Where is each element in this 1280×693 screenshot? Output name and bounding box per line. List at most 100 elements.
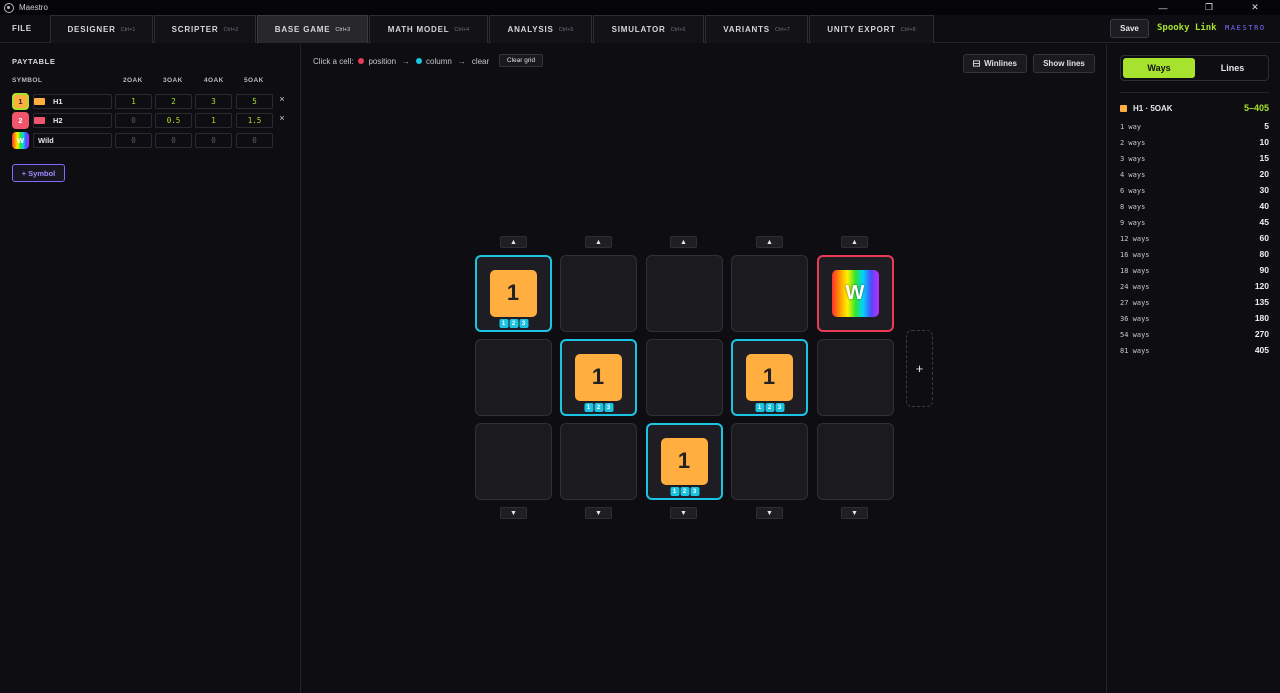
header-3oak: 3OAK [163, 77, 183, 84]
grid-cell[interactable] [560, 255, 637, 332]
reel-2-down-button[interactable]: ▼ [585, 507, 612, 519]
close-window-button[interactable]: ✕ [1232, 0, 1278, 15]
minimize-button[interactable]: — [1140, 0, 1186, 15]
pay-3oak-field[interactable]: 0 [155, 133, 192, 148]
save-button[interactable]: Save [1110, 19, 1149, 38]
tab-label: SIMULATOR [611, 25, 666, 34]
grid-cell[interactable] [731, 423, 808, 500]
pay-2oak-field[interactable]: 0 [115, 133, 152, 148]
grid-cell[interactable]: 1 1 2 3 [646, 423, 723, 500]
tab-unity-export[interactable]: UNITY EXPORT Ctrl+8 [809, 15, 934, 43]
file-menu[interactable]: FILE [12, 24, 32, 33]
tab-label: DESIGNER [67, 25, 116, 34]
grid-cell[interactable] [817, 423, 894, 500]
tab-math-model[interactable]: MATH MODEL Ctrl+4 [369, 15, 488, 43]
symbol-color-swatch[interactable] [34, 98, 45, 105]
arrow-right-icon: → [402, 56, 411, 66]
grid-cell[interactable] [475, 339, 552, 416]
app-logo-icon [4, 2, 14, 13]
grid-cell[interactable] [817, 339, 894, 416]
mode-ways-button[interactable]: Ways [1123, 58, 1195, 78]
tab-variants[interactable]: VARIANTS Ctrl+7 [705, 15, 808, 43]
grid-cell[interactable] [646, 339, 723, 416]
pay-4oak-field[interactable]: 1 [195, 113, 232, 128]
tab-designer[interactable]: DESIGNER Ctrl+1 [50, 15, 153, 43]
reel-3-down-button[interactable]: ▼ [670, 507, 697, 519]
ways-label: 3 ways [1120, 155, 1146, 163]
delete-symbol-button[interactable]: × [278, 94, 286, 104]
reel-4-down-button[interactable]: ▼ [756, 507, 783, 519]
pay-5oak-field[interactable]: 0 [236, 133, 273, 148]
symbol-badge[interactable]: W [12, 132, 29, 149]
reel-2-up-button[interactable]: ▲ [585, 236, 612, 248]
pay-3oak-field[interactable]: 2 [155, 94, 192, 109]
symbol-name-field[interactable]: Wild [33, 133, 112, 148]
cell-tags: 1 2 3 [499, 319, 528, 328]
window-title: Maestro [19, 3, 48, 12]
pay-2oak-field[interactable]: 1 [115, 94, 152, 109]
symbol-badge[interactable]: 1 [12, 93, 29, 110]
pay-5oak-field[interactable]: 5 [236, 94, 273, 109]
cell-tag: 1 [670, 487, 679, 496]
column-dot-icon [416, 58, 423, 64]
grid-cell[interactable] [731, 255, 808, 332]
ways-label: 27 ways [1120, 299, 1150, 307]
hint-column: column [426, 56, 452, 66]
reel-1-up-button[interactable]: ▲ [500, 236, 527, 248]
divider [1120, 92, 1269, 93]
ways-value: 15 [1259, 153, 1269, 163]
symbol-tile: 1 [660, 437, 708, 485]
position-dot-icon [358, 58, 365, 64]
reel-3-up-button[interactable]: ▲ [670, 236, 697, 248]
hint-clear: clear [471, 56, 490, 66]
paytable-row: 2 H2 0 0.5 1 1.5 × [0, 112, 301, 129]
ways-value: 270 [1254, 329, 1269, 339]
ways-row: 24 ways 120 [1120, 281, 1269, 293]
clear-grid-button[interactable]: Clear grid [499, 54, 543, 67]
pay-4oak-field[interactable]: 0 [195, 133, 232, 148]
tab-shortcut: Ctrl+3 [335, 26, 351, 33]
add-reel-button[interactable]: + [906, 330, 933, 407]
symbol-badge[interactable]: 2 [12, 112, 29, 129]
tab-scripter[interactable]: SCRIPTER Ctrl+2 [154, 15, 256, 43]
cell-tag: 1 [755, 403, 764, 412]
winlines-button[interactable]: Winlines [963, 54, 1027, 73]
tab-base-game[interactable]: BASE GAME Ctrl+3 [257, 15, 368, 43]
pay-5oak-field[interactable]: 1.5 [236, 113, 273, 128]
pay-4oak-field[interactable]: 3 [195, 94, 232, 109]
reel-1-down-button[interactable]: ▼ [500, 507, 527, 519]
main-nav: FILE DESIGNER Ctrl+1 SCRIPTER Ctrl+2 BAS… [0, 15, 1280, 43]
grid-cell[interactable] [646, 255, 723, 332]
symbol-tile: 1 [489, 269, 537, 317]
tab-simulator[interactable]: SIMULATOR Ctrl+6 [593, 15, 704, 43]
ways-row: 54 ways 270 [1120, 329, 1269, 341]
delete-symbol-button[interactable]: × [278, 113, 286, 123]
grid-cell[interactable]: W [817, 255, 894, 332]
combo-range: 5–405 [1243, 103, 1269, 113]
show-lines-button[interactable]: Show lines [1033, 54, 1095, 73]
header-2oak: 2OAK [123, 77, 143, 84]
tab-label: UNITY EXPORT [827, 25, 896, 34]
add-symbol-button[interactable]: + Symbol [12, 164, 65, 182]
ways-row: 36 ways 180 [1120, 313, 1269, 325]
ways-label: 4 ways [1120, 171, 1146, 179]
tab-label: ANALYSIS [507, 25, 554, 34]
grid-cell[interactable]: 1 1 2 3 [731, 339, 808, 416]
pay-2oak-field[interactable]: 0 [115, 113, 152, 128]
grid-cell[interactable]: 1 1 2 3 [475, 255, 552, 332]
grid-cell[interactable] [475, 423, 552, 500]
symbol-color-swatch[interactable] [34, 117, 45, 124]
grid-cell[interactable]: 1 1 2 3 [560, 339, 637, 416]
mode-lines-button[interactable]: Lines [1198, 58, 1267, 78]
ways-row: 81 ways 405 [1120, 345, 1269, 357]
pay-3oak-field[interactable]: 0.5 [155, 113, 192, 128]
header-5oak: 5OAK [244, 77, 264, 84]
reel-4-up-button[interactable]: ▲ [756, 236, 783, 248]
maximize-button[interactable]: ❐ [1186, 0, 1232, 15]
tab-analysis[interactable]: ANALYSIS Ctrl+5 [489, 15, 592, 43]
results-panel: Ways Lines H1 · 5OAK 5–405 1 way 5 2 ways… [1106, 44, 1280, 693]
reel-5-up-button[interactable]: ▲ [841, 236, 868, 248]
grid-cell[interactable] [560, 423, 637, 500]
reel-5-down-button[interactable]: ▼ [841, 507, 868, 519]
ways-value: 60 [1259, 233, 1269, 243]
